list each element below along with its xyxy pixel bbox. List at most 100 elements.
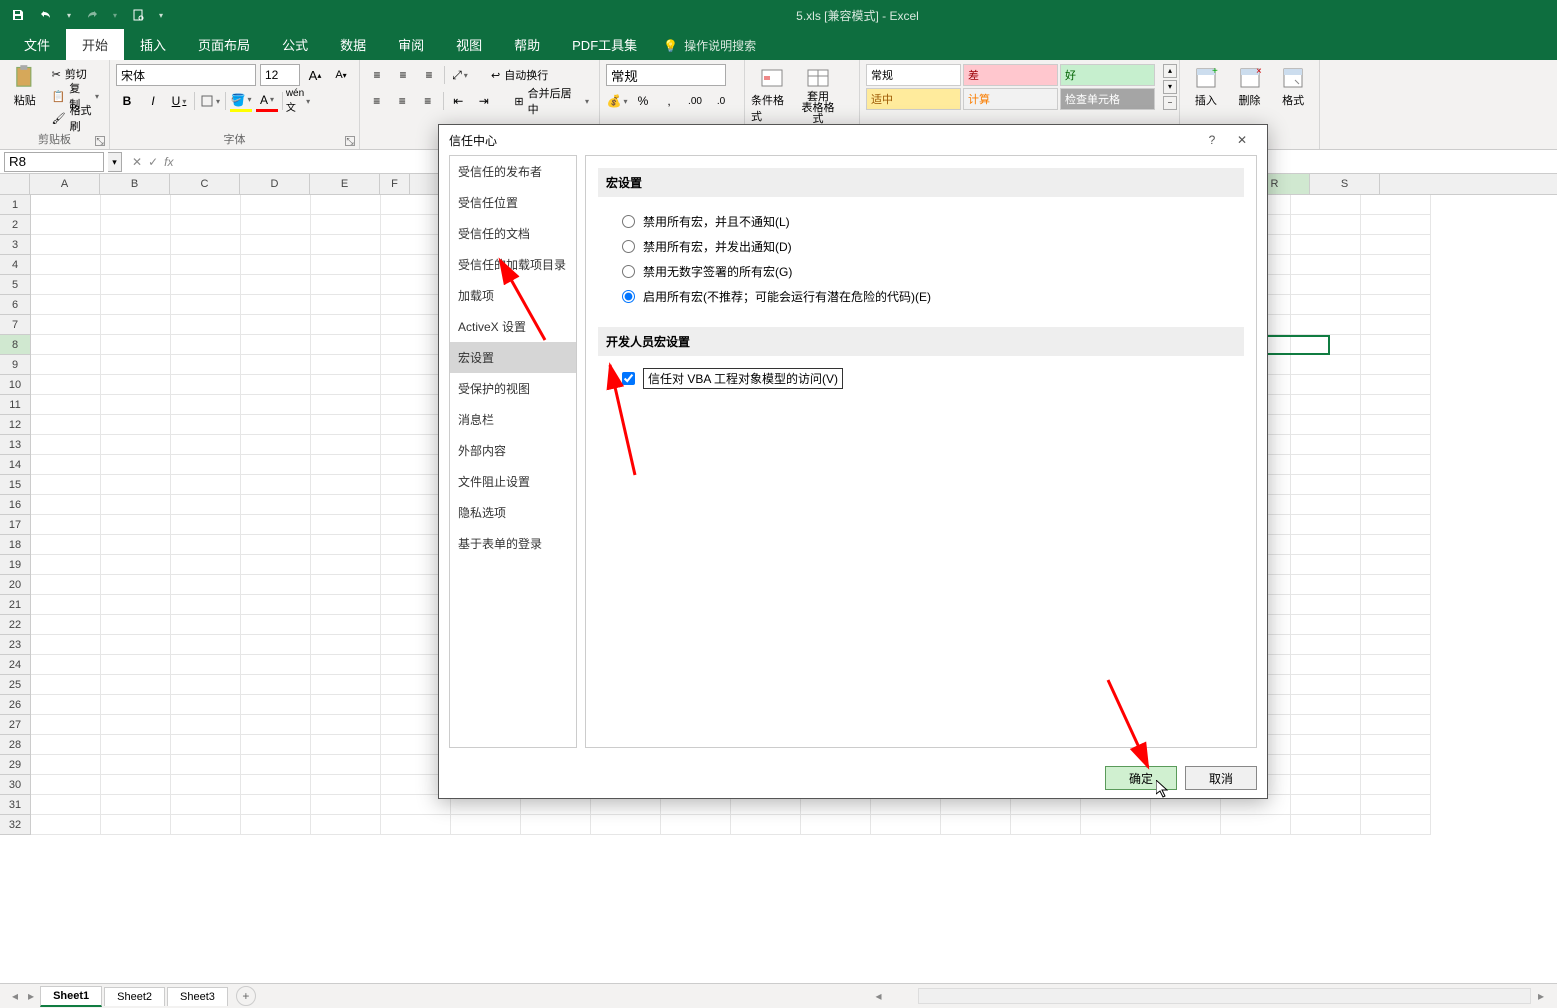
cell[interactable] bbox=[1361, 335, 1431, 355]
sidebar-item-external[interactable]: 外部内容 bbox=[450, 435, 576, 466]
print-preview-icon[interactable] bbox=[128, 5, 148, 25]
cell[interactable] bbox=[1361, 395, 1431, 415]
cell[interactable] bbox=[241, 575, 311, 595]
cell[interactable] bbox=[31, 755, 101, 775]
cell[interactable] bbox=[1291, 715, 1361, 735]
fx-icon[interactable]: fx bbox=[164, 155, 173, 169]
sidebar-item-publishers[interactable]: 受信任的发布者 bbox=[450, 156, 576, 187]
cell[interactable] bbox=[171, 515, 241, 535]
cell[interactable] bbox=[241, 415, 311, 435]
row-header[interactable]: 13 bbox=[0, 435, 30, 455]
cell[interactable] bbox=[591, 815, 661, 835]
cell[interactable] bbox=[171, 535, 241, 555]
cell[interactable] bbox=[171, 755, 241, 775]
cell[interactable] bbox=[101, 695, 171, 715]
cell[interactable] bbox=[241, 495, 311, 515]
align-top-icon[interactable]: ≡ bbox=[366, 64, 388, 86]
font-launcher[interactable]: ⤡ bbox=[345, 136, 355, 146]
cell[interactable] bbox=[101, 235, 171, 255]
merge-center-button[interactable]: ⊞合并后居中▾ bbox=[510, 91, 593, 111]
cell[interactable] bbox=[171, 355, 241, 375]
qat-customize-icon[interactable]: ▾ bbox=[156, 5, 166, 25]
style-normal[interactable]: 常规 bbox=[866, 64, 961, 86]
cell[interactable] bbox=[941, 815, 1011, 835]
sidebar-item-catalogs[interactable]: 受信任的加载项目录 bbox=[450, 249, 576, 280]
cell[interactable] bbox=[31, 815, 101, 835]
add-sheet-button[interactable]: + bbox=[236, 986, 256, 1006]
cell[interactable] bbox=[1361, 215, 1431, 235]
cell[interactable] bbox=[241, 395, 311, 415]
cell[interactable] bbox=[31, 695, 101, 715]
cell[interactable] bbox=[171, 595, 241, 615]
cell[interactable] bbox=[31, 575, 101, 595]
cell[interactable] bbox=[171, 275, 241, 295]
cell[interactable] bbox=[171, 475, 241, 495]
cell[interactable] bbox=[101, 655, 171, 675]
align-bottom-icon[interactable]: ≡ bbox=[418, 64, 440, 86]
cell[interactable] bbox=[101, 475, 171, 495]
cell[interactable] bbox=[101, 795, 171, 815]
cell[interactable] bbox=[731, 815, 801, 835]
tab-help[interactable]: 帮助 bbox=[498, 29, 556, 60]
cell[interactable] bbox=[101, 435, 171, 455]
sheet-tab-1[interactable]: Sheet1 bbox=[40, 986, 102, 1007]
cell[interactable] bbox=[1361, 695, 1431, 715]
cell[interactable] bbox=[1361, 375, 1431, 395]
row-header[interactable]: 16 bbox=[0, 495, 30, 515]
undo-icon[interactable] bbox=[36, 5, 56, 25]
cell[interactable] bbox=[171, 215, 241, 235]
cell[interactable] bbox=[311, 255, 381, 275]
cell[interactable] bbox=[241, 715, 311, 735]
cell[interactable] bbox=[1361, 555, 1431, 575]
cell[interactable] bbox=[101, 675, 171, 695]
row-header[interactable]: 22 bbox=[0, 615, 30, 635]
hscroll-track[interactable] bbox=[918, 988, 1531, 1004]
cell[interactable] bbox=[171, 195, 241, 215]
row-header[interactable]: 12 bbox=[0, 415, 30, 435]
underline-button[interactable]: U bbox=[168, 90, 190, 112]
cell[interactable] bbox=[1291, 215, 1361, 235]
increase-indent-icon[interactable]: ⇥ bbox=[473, 90, 495, 112]
cell[interactable] bbox=[311, 475, 381, 495]
cell[interactable] bbox=[311, 355, 381, 375]
cell[interactable] bbox=[1081, 815, 1151, 835]
sheet-nav-prev[interactable]: ◂ bbox=[8, 989, 22, 1003]
cell[interactable] bbox=[171, 775, 241, 795]
cell[interactable] bbox=[101, 775, 171, 795]
cell[interactable] bbox=[101, 815, 171, 835]
cell[interactable] bbox=[1361, 475, 1431, 495]
enter-formula-icon[interactable]: ✓ bbox=[148, 155, 158, 169]
tab-data[interactable]: 数据 bbox=[324, 29, 382, 60]
col-header-b[interactable]: B bbox=[100, 174, 170, 194]
fill-color-button[interactable]: 🪣 bbox=[230, 90, 252, 112]
cell[interactable] bbox=[31, 715, 101, 735]
cell[interactable] bbox=[241, 535, 311, 555]
style-good[interactable]: 好 bbox=[1060, 64, 1155, 86]
row-header[interactable]: 19 bbox=[0, 555, 30, 575]
cell[interactable] bbox=[1291, 375, 1361, 395]
row-header[interactable]: 15 bbox=[0, 475, 30, 495]
cell[interactable] bbox=[171, 435, 241, 455]
cell[interactable] bbox=[1361, 455, 1431, 475]
cell[interactable] bbox=[101, 735, 171, 755]
redo-icon[interactable] bbox=[82, 5, 102, 25]
cell[interactable] bbox=[241, 655, 311, 675]
cell[interactable] bbox=[241, 775, 311, 795]
cell[interactable] bbox=[101, 315, 171, 335]
cell[interactable] bbox=[311, 215, 381, 235]
cell[interactable] bbox=[1291, 495, 1361, 515]
cell[interactable] bbox=[101, 335, 171, 355]
cell[interactable] bbox=[1291, 195, 1361, 215]
cell[interactable] bbox=[31, 415, 101, 435]
style-gallery-more[interactable]: ⎯ bbox=[1163, 96, 1177, 110]
cell[interactable] bbox=[171, 315, 241, 335]
cell[interactable] bbox=[241, 475, 311, 495]
cell[interactable] bbox=[31, 615, 101, 635]
cell[interactable] bbox=[801, 815, 871, 835]
cell[interactable] bbox=[1361, 275, 1431, 295]
cell[interactable] bbox=[241, 755, 311, 775]
dialog-help-icon[interactable]: ? bbox=[1197, 133, 1227, 147]
row-header[interactable]: 17 bbox=[0, 515, 30, 535]
cell[interactable] bbox=[1361, 255, 1431, 275]
cell[interactable] bbox=[31, 795, 101, 815]
